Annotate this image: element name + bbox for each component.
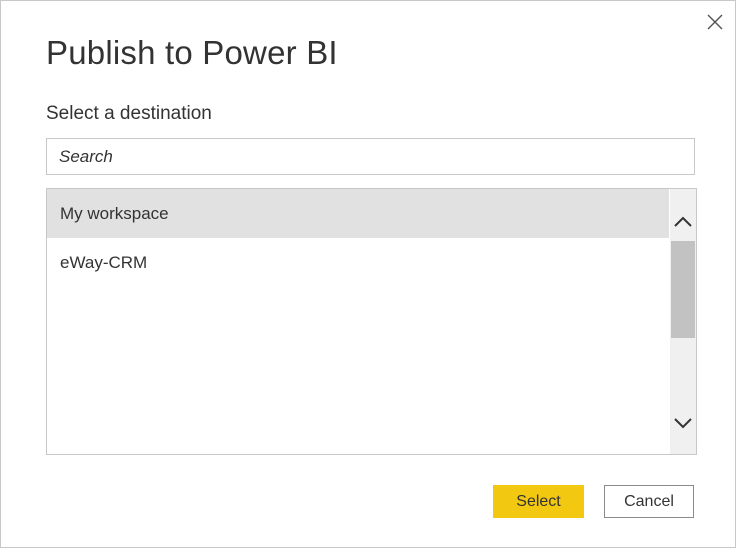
list-scrollbar[interactable]: [670, 189, 696, 454]
destination-list-box: My workspace eWay-CRM: [46, 188, 697, 455]
list-item-eway-crm[interactable]: eWay-CRM: [47, 238, 669, 287]
list-item-my-workspace[interactable]: My workspace: [47, 189, 669, 238]
close-button[interactable]: [701, 9, 729, 37]
search-input[interactable]: [46, 138, 695, 175]
chevron-down-icon: [674, 418, 692, 429]
close-icon: [707, 14, 723, 30]
scroll-up-button[interactable]: [670, 206, 696, 238]
cancel-button[interactable]: Cancel: [604, 485, 694, 518]
chevron-up-icon: [674, 216, 692, 227]
destination-label: Select a destination: [46, 103, 212, 124]
publish-dialog: Publish to Power BI Select a destination…: [0, 0, 736, 548]
scroll-down-button[interactable]: [670, 407, 696, 439]
destination-list: My workspace eWay-CRM: [47, 189, 669, 454]
select-button[interactable]: Select: [493, 485, 584, 518]
scroll-thumb[interactable]: [671, 241, 695, 338]
dialog-title: Publish to Power BI: [46, 34, 338, 71]
